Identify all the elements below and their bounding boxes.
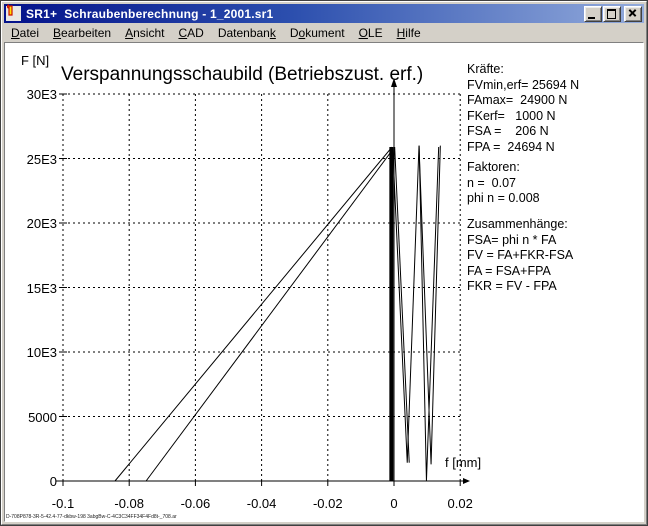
y-tick-label: 10E3	[1, 345, 57, 360]
x-tick-label: 0.02	[435, 496, 485, 511]
info-line: FSA= phi n * FA	[467, 233, 643, 249]
info-panel-group: Kräfte:FVmin,erf= 25694 NFAmax= 24900 NF…	[467, 62, 643, 155]
info-line: Faktoren:	[467, 160, 643, 176]
info-line: FVmin,erf= 25694 N	[467, 78, 643, 94]
info-line: Zusammenhänge:	[467, 217, 643, 233]
y-axis-label: F [N]	[21, 53, 49, 68]
footer-fineprint: D-708P878-3R-5-42.4-77-dkbw-198 3abgBw-C…	[6, 514, 177, 520]
info-line: phi n = 0.008	[467, 191, 643, 207]
series-bolt-line-case-2	[146, 150, 393, 481]
info-line: FA = FSA+FPA	[467, 264, 643, 280]
info-line: FKerf= 1000 N	[467, 109, 643, 125]
series-operating-zigzag-2	[395, 147, 410, 463]
y-tick-label: 25E3	[1, 152, 57, 167]
info-line: FKR = FV - FPA	[467, 279, 643, 295]
y-tick-label: 15E3	[1, 281, 57, 296]
x-tick-label: -0.02	[303, 496, 353, 511]
info-line: FSA = 206 N	[467, 124, 643, 140]
info-line: FAmax= 24900 N	[467, 93, 643, 109]
x-tick-label: -0.08	[104, 496, 154, 511]
x-tick-label: -0.06	[170, 496, 220, 511]
x-axis-arrow	[463, 478, 470, 484]
y-tick-label: 20E3	[1, 216, 57, 231]
info-panel-group: Zusammenhänge:FSA= phi n * FAFV = FA+FKR…	[467, 217, 643, 295]
info-line: Kräfte:	[467, 62, 643, 78]
y-tick-label: 0	[1, 474, 57, 489]
x-tick-label: -0.04	[237, 496, 287, 511]
info-line: FPA = 24694 N	[467, 140, 643, 156]
x-tick-label: 0	[369, 496, 419, 511]
x-tick-label: -0.1	[38, 496, 88, 511]
series-bolt-line-case-1	[115, 147, 392, 481]
info-panel-group: Faktoren:n = 0.07phi n = 0.008	[467, 160, 643, 207]
chart-title: Verspannungsschaubild (Betriebszust. erf…	[61, 64, 423, 86]
info-line: FV = FA+FKR-FSA	[467, 248, 643, 264]
y-tick-label: 30E3	[1, 87, 57, 102]
y-tick-label: 5000	[1, 410, 57, 425]
x-axis-label: f [mm]	[445, 455, 481, 470]
app-window: SR1+ Schraubenberechnung - 1_2001.sr1 Da…	[0, 0, 648, 526]
info-line: n = 0.07	[467, 176, 643, 192]
